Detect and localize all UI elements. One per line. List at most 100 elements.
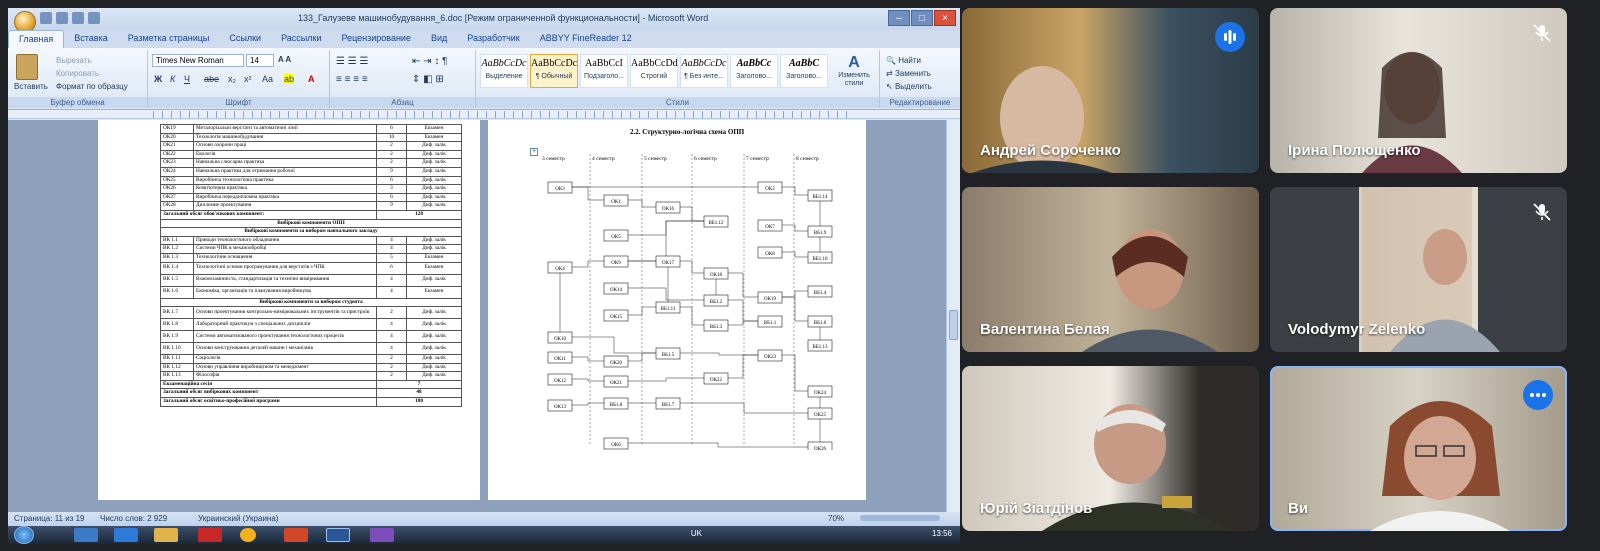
diagram-node: ОК4 [547, 261, 573, 274]
participant-tile-1[interactable]: Андрей Сороченко [962, 8, 1259, 173]
powerpoint-taskbar-icon[interactable] [284, 528, 308, 542]
strikethrough-button[interactable]: abe [204, 74, 219, 84]
zoom-slider[interactable] [860, 515, 940, 521]
diagram-connector [782, 186, 808, 196]
svg-text:ВБ1.5: ВБ1.5 [662, 353, 675, 358]
style-preset[interactable]: AaBbCcDc ¶ Обычный [530, 54, 578, 88]
word-taskbar-icon[interactable] [326, 528, 350, 542]
redo-icon[interactable] [72, 12, 84, 24]
table-row: ВК 1.2 Системи ЧПК в механообробці 4 Диф. з… [160, 244, 462, 254]
pdf-taskbar-icon[interactable] [198, 528, 222, 542]
viber-taskbar-icon[interactable] [370, 528, 394, 542]
format-painter-button[interactable]: Формат по образцу [56, 82, 128, 91]
style-preset[interactable]: AaBbCcDc Выделение [480, 54, 528, 88]
participant-name: Юрій Зіатдінов [980, 500, 1093, 517]
diagram-node: ОК24 [807, 385, 833, 398]
ribbon-tab[interactable]: Главная [8, 30, 65, 48]
print-icon[interactable] [88, 12, 100, 24]
paste-button[interactable]: Вставить [14, 82, 48, 91]
participant-tile-3[interactable]: Валентина Белая [962, 187, 1259, 352]
ribbon-tab[interactable]: Разработчик [457, 30, 529, 48]
subscript-button[interactable]: x₂ [228, 74, 236, 84]
diagram-node: ОК23 [757, 349, 783, 362]
indent-buttons[interactable]: ⇤ ⇥ ↕ ¶ [412, 56, 447, 67]
font-name-input[interactable]: Times New Roman [152, 54, 244, 67]
diagram-connector [680, 260, 704, 274]
svg-text:ВБ1.2: ВБ1.2 [710, 300, 723, 305]
replace-button[interactable]: ⇄ Заменить [886, 69, 931, 78]
start-button[interactable] [14, 526, 34, 544]
explorer-taskbar-icon[interactable] [154, 528, 178, 542]
scroll-thumb[interactable] [949, 310, 958, 340]
diagram-node: ОК21 [603, 375, 629, 388]
zoom-level[interactable]: 70% [828, 514, 844, 523]
save-icon[interactable] [40, 12, 52, 24]
diagram-node: ВБ1.4 [807, 285, 833, 298]
undo-icon[interactable] [56, 12, 68, 24]
style-preset[interactable]: AaBbCcDc ¶ Без инте... [680, 54, 728, 88]
ribbon-tab[interactable]: Вставка [64, 30, 117, 48]
style-preset[interactable]: AaBbC Заголово... [780, 54, 828, 88]
participant-tile-2[interactable]: Ірина Полющенко [1270, 8, 1567, 173]
table-section-header: Вибіркові компоненти ОПП [160, 218, 462, 229]
ribbon-tab[interactable]: Разметка страницы [118, 30, 220, 48]
superscript-button[interactable]: x² [244, 74, 252, 84]
style-preset[interactable]: AaBbCcDd Строгий [630, 54, 678, 88]
bullets-button[interactable]: ☰ ☰ ☰ [336, 56, 368, 67]
participant-name: Андрей Сороченко [980, 142, 1121, 159]
word-count[interactable]: Число слов: 2 929 [100, 514, 167, 523]
diagram-node: ОК16 [655, 201, 681, 214]
diagram-node: ОК6 [603, 437, 629, 450]
maximize-button[interactable]: □ [911, 10, 933, 26]
svg-text:ВБ1.9: ВБ1.9 [814, 231, 827, 236]
skype-taskbar-icon[interactable] [74, 528, 98, 542]
font-size-input[interactable]: 14 [246, 54, 274, 67]
diagram-node: ВБ1.13 [807, 339, 833, 352]
diagram-node: ОК7 [757, 219, 783, 232]
cut-button[interactable]: Вырезать [56, 56, 92, 65]
diagram-node: ВБ1.14 [807, 189, 833, 202]
ribbon-tab[interactable]: Рассылки [271, 30, 331, 48]
table-row: ОК23 Навчальна слюсарна практика 2 Диф. зал… [160, 158, 462, 168]
bold-button[interactable]: Ж [154, 74, 162, 84]
ribbon-tab[interactable]: Вид [421, 30, 457, 48]
close-button[interactable]: × [934, 10, 956, 26]
ribbon-tab[interactable]: Рецензирование [331, 30, 421, 48]
minimize-button[interactable]: – [888, 10, 910, 26]
participant-tile-4[interactable]: Volodymyr Zelenko [1270, 187, 1567, 352]
svg-text:ОК26: ОК26 [814, 447, 826, 450]
vertical-scrollbar[interactable] [946, 120, 960, 512]
copy-button[interactable]: Копировать [56, 69, 99, 78]
align-buttons[interactable]: ≡ ≡ ≡ ≡ [336, 74, 368, 85]
participant-tile-self[interactable]: Ви [1270, 366, 1567, 531]
horizontal-ruler[interactable] [8, 110, 960, 119]
font-color-button[interactable]: A [308, 74, 315, 84]
shading-button[interactable]: ⇕ ◧ ⊞ [412, 74, 444, 85]
tray-clock[interactable]: 13:56 [932, 529, 952, 538]
more-options-icon[interactable] [1523, 380, 1553, 410]
style-preset[interactable]: AaBbCc Заголово... [730, 54, 778, 88]
ribbon-tab[interactable]: ABBYY FineReader 12 [530, 30, 642, 48]
svg-text:ОК3: ОК3 [555, 187, 565, 192]
italic-button[interactable]: К [170, 74, 175, 84]
keyboard-language[interactable]: UK [691, 529, 702, 538]
style-preset[interactable]: AaBbCcI Подзаголо... [580, 54, 628, 88]
page-counter[interactable]: Страница: 11 из 19 [14, 514, 85, 523]
language-indicator[interactable]: Украинский (Украина) [198, 514, 278, 523]
grow-font-button[interactable]: A A [278, 55, 291, 64]
highlight-button[interactable]: ab [284, 74, 295, 84]
ie-taskbar-icon[interactable] [114, 528, 138, 542]
change-case-button[interactable]: Aa [262, 74, 273, 84]
change-styles-button[interactable]: A Изменить стили [834, 54, 874, 94]
svg-text:ОК13: ОК13 [554, 405, 566, 410]
find-button[interactable]: 🔍 Найти [886, 56, 921, 65]
underline-button[interactable]: Ч [184, 74, 190, 84]
participant-tile-5[interactable]: Юрій Зіатдінов [962, 366, 1259, 531]
diagram-node: ОК15 [603, 309, 629, 322]
semester-label: 6 семестр [694, 156, 717, 162]
select-button[interactable]: ↖ Выделить [886, 82, 932, 91]
chrome-taskbar-icon[interactable] [240, 528, 256, 542]
table-row: ВК 1.8 Лабораторний практикум з спеціальн… [160, 318, 462, 332]
svg-text:ОК4: ОК4 [555, 267, 565, 272]
ribbon-tab[interactable]: Ссылки [219, 30, 271, 48]
